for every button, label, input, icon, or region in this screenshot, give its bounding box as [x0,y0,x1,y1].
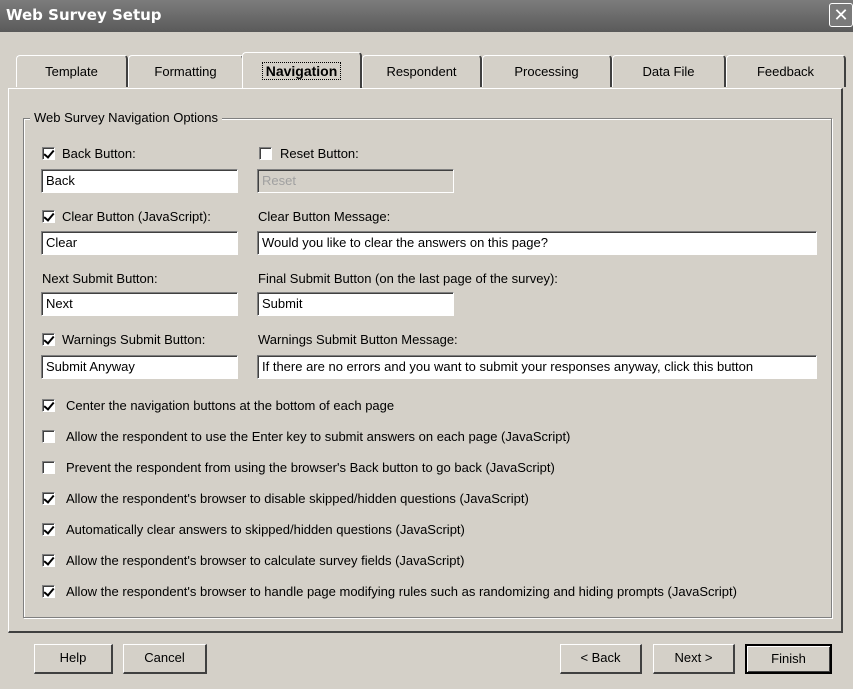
prevent-back-checkbox[interactable] [42,461,55,474]
tab-respondent[interactable]: Respondent [362,55,482,87]
tab-feedback[interactable]: Feedback [726,55,846,87]
clear-button-checkbox[interactable] [42,210,55,223]
next-submit-field[interactable]: Next [41,292,238,316]
back-button[interactable]: < Back [560,644,642,674]
final-submit-label: Final Submit Button (on the last page of… [258,271,558,286]
title-bar: Web Survey Setup ✕ [0,0,853,32]
center-buttons-label: Center the navigation buttons at the bot… [66,398,395,413]
warnings-submit-checkbox[interactable] [42,333,55,346]
tab-processing[interactable]: Processing [482,55,612,87]
enter-key-label: Allow the respondent to use the Enter ke… [66,429,571,444]
reset-button-label: Reset Button: [280,146,359,161]
reset-button-checkbox[interactable] [259,147,272,160]
tab-navigation[interactable]: Navigation [242,52,362,88]
next-submit-label: Next Submit Button: [42,271,158,286]
final-submit-field[interactable]: Submit [257,292,454,316]
clear-skipped-checkbox[interactable] [42,523,55,536]
warnings-message-label: Warnings Submit Button Message: [258,332,458,347]
group-title: Web Survey Navigation Options [30,110,223,125]
clear-button-text-field[interactable]: Clear [41,231,238,255]
enter-key-checkbox[interactable] [42,430,55,443]
tab-strip: Template Formatting Navigation Responden… [16,52,846,88]
center-buttons-checkbox[interactable] [42,399,55,412]
cancel-button[interactable]: Cancel [123,644,207,674]
reset-button-text-field: Reset [257,169,454,193]
disable-skipped-checkbox[interactable] [42,492,55,505]
warnings-submit-label: Warnings Submit Button: [62,332,206,347]
clear-skipped-label: Automatically clear answers to skipped/h… [66,522,465,537]
clear-message-label: Clear Button Message: [258,209,391,224]
tab-data-file[interactable]: Data File [612,55,726,87]
window-title: Web Survey Setup [6,6,162,24]
next-button[interactable]: Next > [653,644,735,674]
finish-button[interactable]: Finish [745,644,832,674]
calculate-fields-checkbox[interactable] [42,554,55,567]
clear-message-field[interactable]: Would you like to clear the answers on t… [257,231,817,255]
back-button-text-field[interactable]: Back [41,169,238,193]
help-button[interactable]: Help [34,644,113,674]
tab-template[interactable]: Template [16,55,128,87]
back-button-checkbox[interactable] [42,147,55,160]
prevent-back-label: Prevent the respondent from using the br… [66,460,555,475]
back-button-label: Back Button: [62,146,136,161]
clear-button-label: Clear Button (JavaScript): [62,209,211,224]
page-rules-label: Allow the respondent's browser to handle… [66,584,737,599]
tab-formatting[interactable]: Formatting [128,55,244,87]
warnings-message-field[interactable]: If there are no errors and you want to s… [257,355,817,379]
disable-skipped-label: Allow the respondent's browser to disabl… [66,491,529,506]
close-icon[interactable]: ✕ [829,3,853,27]
page-rules-checkbox[interactable] [42,585,55,598]
calculate-fields-label: Allow the respondent's browser to calcul… [66,553,465,568]
warnings-submit-field[interactable]: Submit Anyway [41,355,238,379]
